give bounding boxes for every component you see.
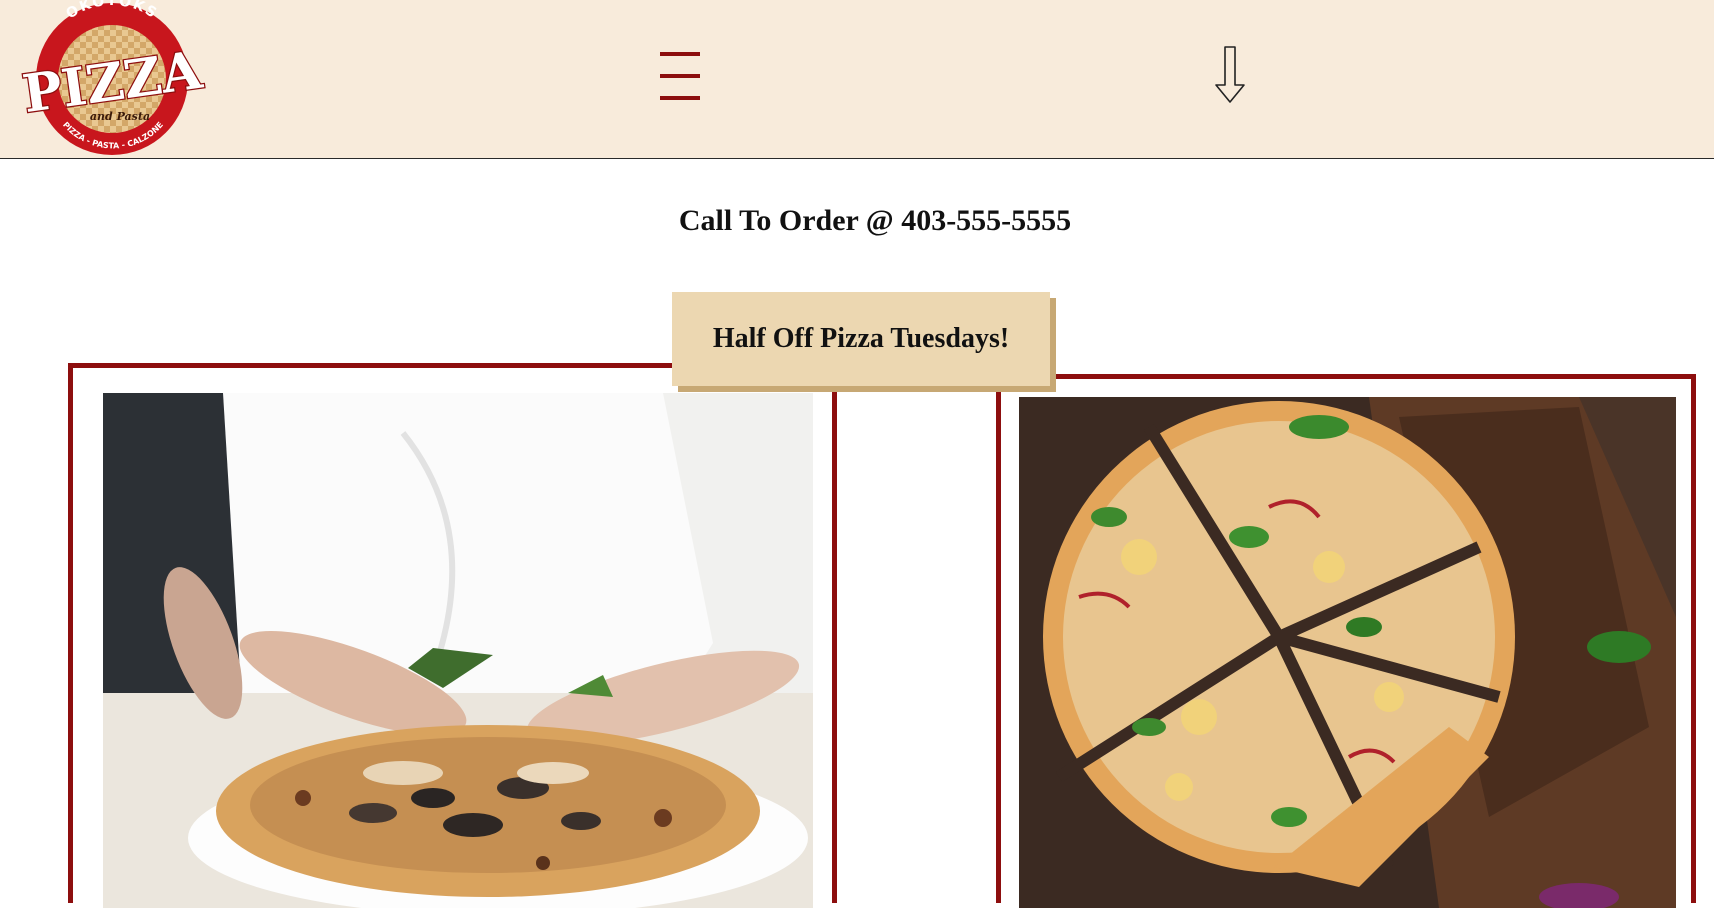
brand-logo[interactable]: OKOTOKS PIZZA - PASTA - CALZONE PIZZA an… (14, 0, 208, 158)
down-arrow-icon[interactable] (1212, 45, 1248, 105)
promo-banner[interactable]: Half Off Pizza Tuesdays! (672, 292, 1050, 386)
call-to-order-text: Call To Order @ 403-555-5555 (678, 204, 1072, 237)
hamburger-menu-icon[interactable] (658, 48, 702, 104)
chef-garnishing-pizza-photo (103, 393, 813, 908)
logo-graphic: OKOTOKS PIZZA - PASTA - CALZONE PIZZA an… (18, 0, 207, 155)
gallery-card (68, 363, 837, 908)
sliced-bbq-chicken-pizza-photo (1019, 397, 1676, 908)
site-header: OKOTOKS PIZZA - PASTA - CALZONE PIZZA an… (0, 0, 1714, 159)
svg-text:and Pasta: and Pasta (90, 110, 150, 123)
gallery-card (996, 374, 1696, 908)
